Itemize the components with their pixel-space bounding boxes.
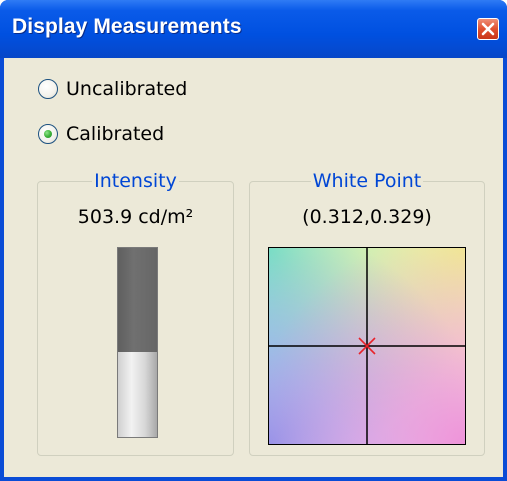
intensity-group: Intensity 503.9 cd/m² — [37, 170, 234, 456]
close-button[interactable] — [477, 18, 499, 40]
intensity-level-bar — [117, 247, 158, 438]
radio-uncalibrated[interactable]: Uncalibrated — [38, 77, 187, 101]
white-point-group-label-text: White Point — [310, 170, 424, 192]
radio-uncalibrated-circle[interactable] — [38, 79, 58, 99]
intensity-bar-empty — [118, 248, 157, 352]
white-point-group: White Point (0.312,0.329) — [249, 170, 485, 456]
intensity-group-label: Intensity — [38, 170, 233, 192]
radio-calibrated-dot — [44, 130, 52, 138]
display-measurements-window: Display Measurements Uncalibrated Calibr… — [0, 0, 507, 481]
white-point-group-label: White Point — [250, 170, 484, 192]
intensity-group-label-text: Intensity — [92, 170, 179, 192]
radio-calibrated-circle[interactable] — [38, 124, 58, 144]
close-icon — [481, 22, 495, 36]
radio-uncalibrated-label[interactable]: Uncalibrated — [66, 78, 187, 100]
intensity-bar-fill — [118, 351, 157, 437]
chromaticity-gradient — [269, 248, 465, 444]
intensity-value: 503.9 cd/m² — [77, 206, 194, 228]
title-bar[interactable]: Display Measurements — [0, 0, 507, 58]
white-point-chromaticity-plot — [268, 247, 466, 445]
radio-calibrated[interactable]: Calibrated — [38, 122, 164, 146]
white-point-value: (0.312,0.329) — [302, 206, 432, 228]
radio-calibrated-label[interactable]: Calibrated — [66, 123, 164, 145]
dialog-body: Uncalibrated Calibrated Intensity 503.9 … — [4, 58, 503, 477]
window-title: Display Measurements — [12, 15, 242, 38]
